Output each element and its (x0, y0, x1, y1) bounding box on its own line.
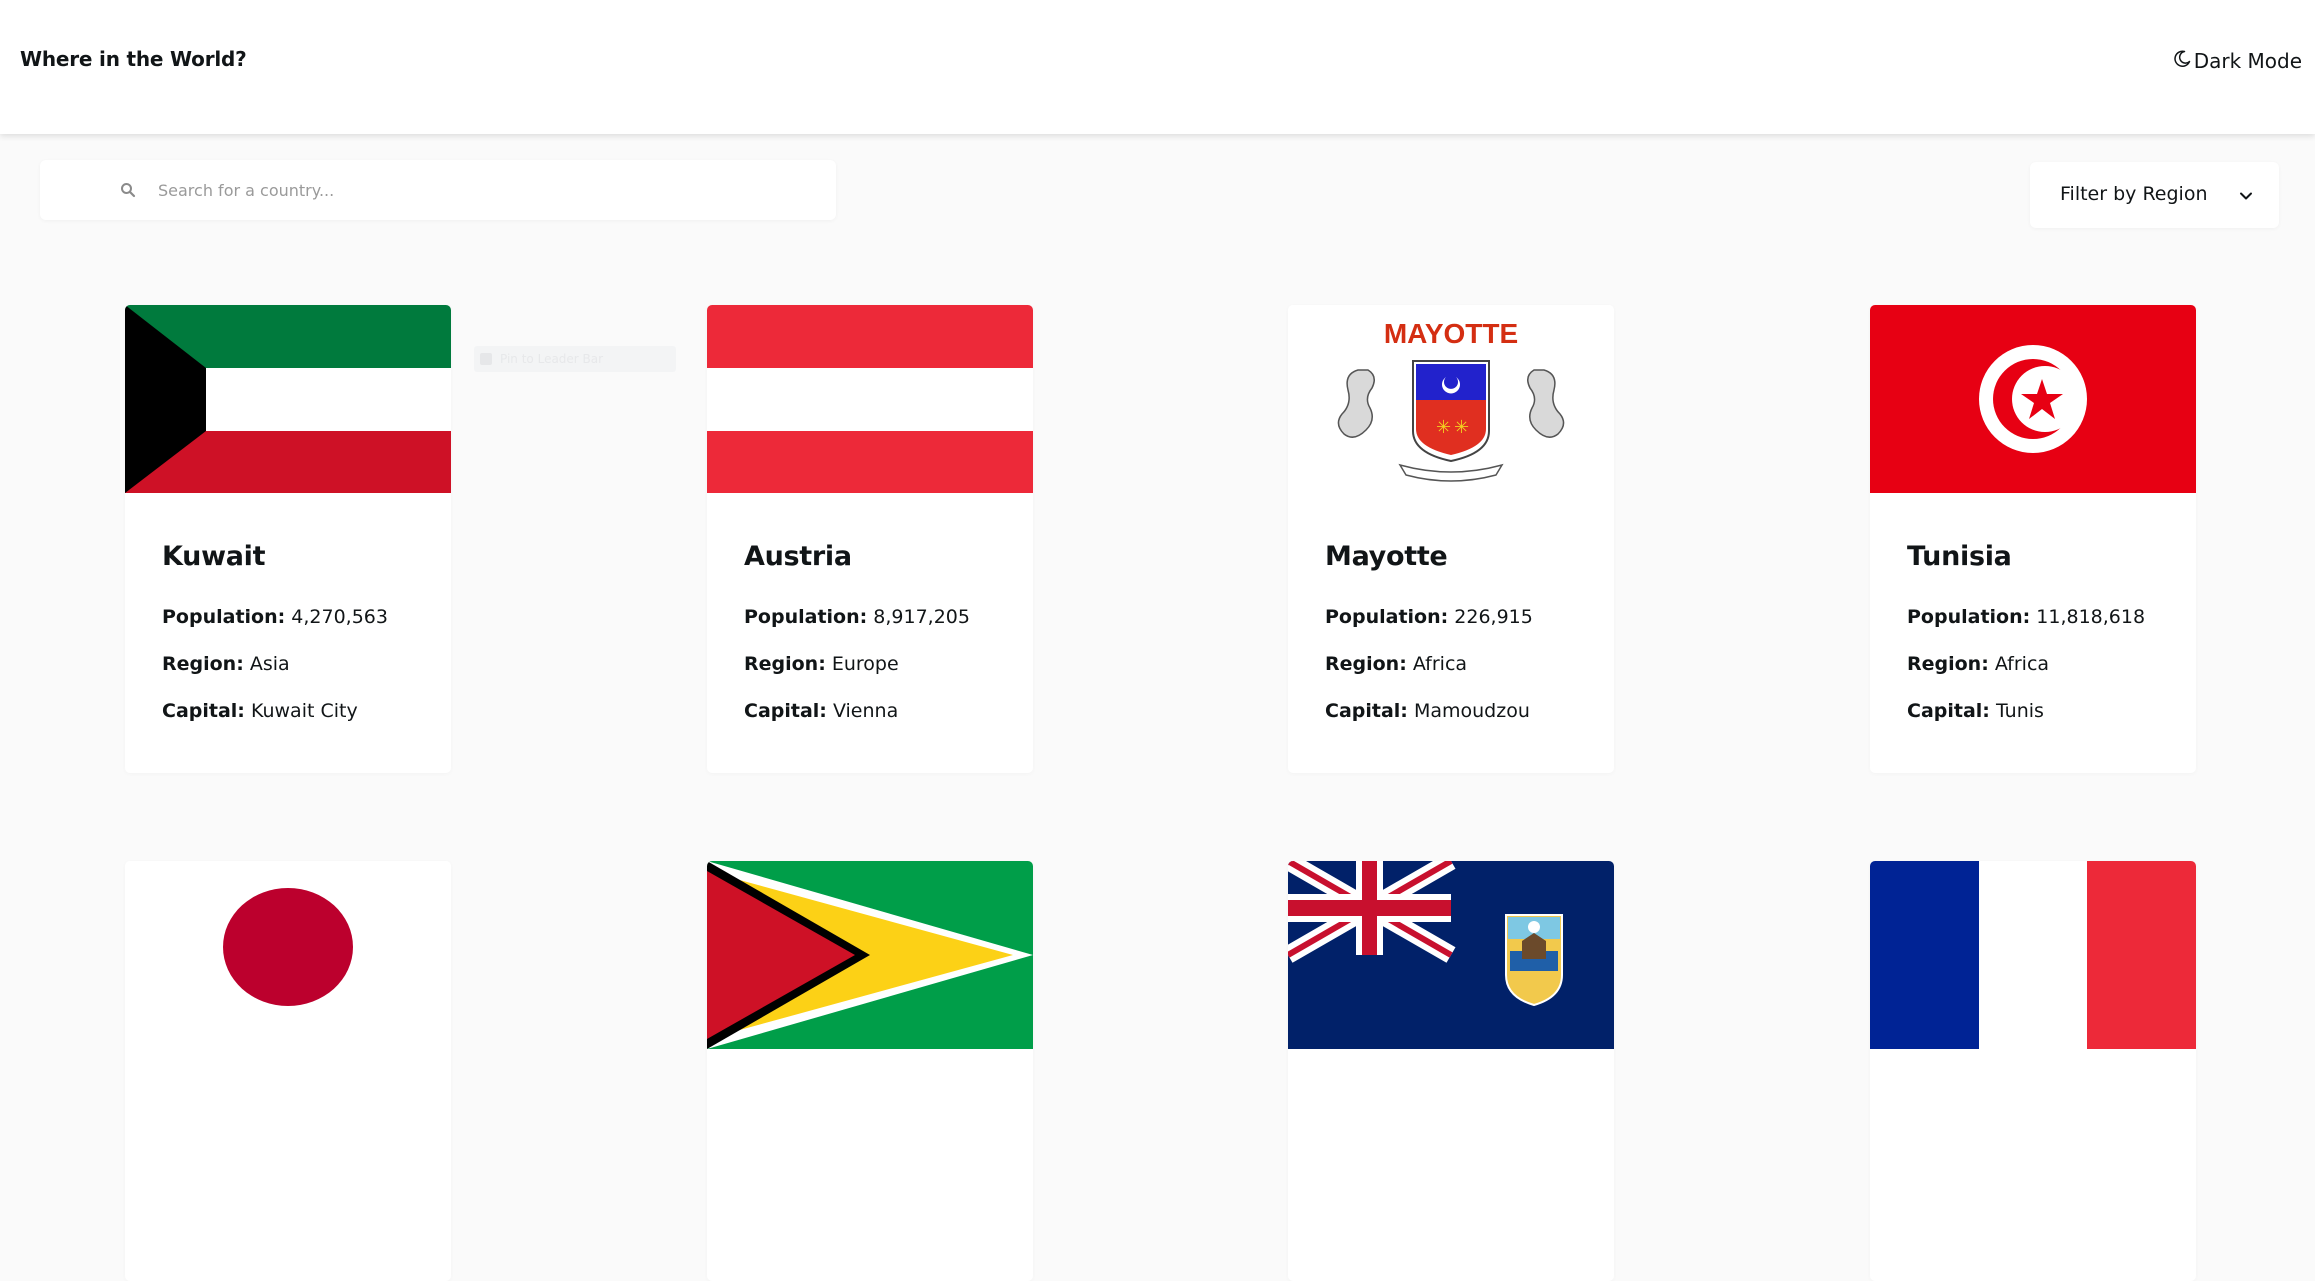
kuwait-flag (125, 305, 451, 493)
country-card-japan[interactable] (125, 861, 451, 1281)
capital-label: Capital: (1325, 700, 1408, 722)
population-value: 11,818,618 (2036, 606, 2146, 628)
capital-value: Vienna (832, 700, 899, 722)
country-name: Tunisia (1907, 541, 2012, 572)
population-value: 8,917,205 (873, 606, 970, 628)
region-value: Europe (831, 653, 899, 675)
mayotte-flag: MAYOTTE ✳ ✳ (1288, 305, 1614, 493)
country-card-austria[interactable]: Austria Population: 8,917,205 Region: Eu… (707, 305, 1033, 773)
region-label: Region: (744, 653, 826, 675)
country-card-kuwait[interactable]: Kuwait Population: 4,270,563 Region: Asi… (125, 305, 451, 773)
capital-label: Capital: (744, 700, 827, 722)
dark-mode-label: Dark Mode (2193, 49, 2302, 73)
region-filter-label: Filter by Region (2060, 183, 2208, 205)
population-value: 4,270,563 (291, 606, 388, 628)
capital-value: Tunis (1995, 700, 2044, 722)
capital-label: Capital: (1907, 700, 1990, 722)
capital-value: Kuwait City (250, 700, 358, 722)
country-name: Austria (744, 541, 852, 572)
capital-label: Capital: (162, 700, 245, 722)
capital-value: Mamoudzou (1413, 700, 1530, 722)
site-title: Where in the World? (20, 47, 247, 71)
saint-helena-flag (1288, 861, 1614, 1049)
population-label: Population: (1907, 606, 2031, 628)
population-label: Population: (744, 606, 868, 628)
country-card-guyana[interactable] (707, 861, 1033, 1281)
austria-flag (707, 305, 1033, 493)
country-card-france[interactable] (1870, 861, 2196, 1281)
region-value: Africa (1994, 653, 2050, 675)
region-label: Region: (162, 653, 244, 675)
region-label: Region: (1325, 653, 1407, 675)
guyana-flag (707, 861, 1033, 1049)
region-value: Asia (249, 653, 290, 675)
japan-flag (125, 861, 451, 1049)
tunisia-flag (1870, 305, 2196, 493)
country-card-saint-helena[interactable] (1288, 861, 1614, 1281)
search-box[interactable] (40, 160, 836, 220)
region-filter-dropdown[interactable]: Filter by Region (2030, 162, 2279, 228)
tooltip-text: Pin to Leader Bar (500, 352, 604, 366)
faint-tooltip: Pin to Leader Bar (474, 346, 676, 372)
search-icon (120, 182, 136, 198)
country-name: Mayotte (1325, 541, 1448, 572)
population-label: Population: (1325, 606, 1449, 628)
mayotte-flag-text: MAYOTTE (1384, 318, 1518, 349)
population-label: Population: (162, 606, 286, 628)
region-label: Region: (1907, 653, 1989, 675)
chevron-down-icon (2239, 188, 2253, 202)
france-flag (1870, 861, 2196, 1049)
tooltip-icon (480, 353, 492, 365)
population-value: 226,915 (1454, 606, 1533, 628)
svg-text:✳: ✳ (1436, 417, 1451, 438)
app-header: Where in the World? Dark Mode (0, 0, 2315, 134)
moon-icon (2172, 49, 2192, 74)
svg-text:✳: ✳ (1454, 417, 1469, 438)
dark-mode-toggle[interactable]: Dark Mode (2172, 47, 2302, 75)
country-card-tunisia[interactable]: Tunisia Population: 11,818,618 Region: A… (1870, 305, 2196, 773)
region-value: Africa (1412, 653, 1468, 675)
search-input[interactable] (158, 174, 808, 206)
country-name: Kuwait (162, 541, 266, 572)
country-card-mayotte[interactable]: MAYOTTE ✳ ✳ Mayotte Population: 226,915 … (1288, 305, 1614, 773)
